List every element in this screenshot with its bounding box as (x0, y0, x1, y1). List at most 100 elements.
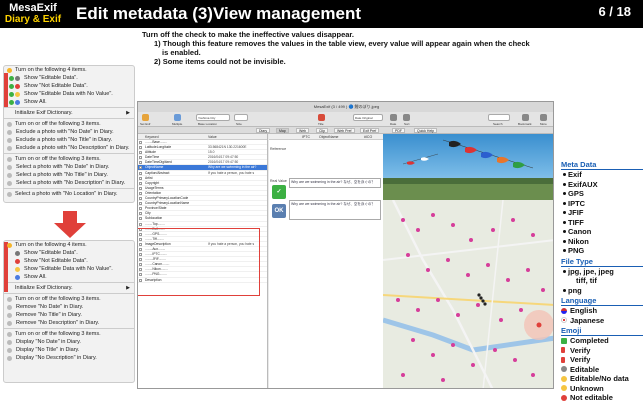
japan-flag-icon (561, 317, 567, 323)
ok-button[interactable]: OK (272, 204, 286, 218)
list-item: PNG (561, 246, 643, 256)
row-checkbox[interactable] (139, 186, 142, 190)
row-checkbox[interactable] (139, 181, 142, 185)
menu-item-select-no-title[interactable]: Select a photo with "No Title" in Diary. (4, 171, 134, 179)
list-item: Exif (561, 170, 643, 180)
row-checkbox[interactable] (139, 197, 142, 201)
row-checkbox[interactable] (139, 212, 142, 216)
menu-item-turn-on-3b[interactable]: Turn on or off the following 3 items. (4, 330, 134, 338)
menu-item-display-no-date[interactable]: Display "No Date" in Diary. (4, 338, 134, 346)
real-value-field[interactable]: Why are we swimming in the air? なぜ、空を泳ぐの… (289, 178, 381, 188)
bullet-icon (563, 182, 566, 186)
tab-map[interactable]: Map (276, 128, 289, 133)
check-icon (9, 91, 14, 97)
globe-icon (15, 274, 20, 280)
menu-item-show-not-editable[interactable]: Show "Not Editable Data". (4, 257, 134, 265)
row-checkbox[interactable] (139, 151, 142, 155)
menu-item-display-no-description[interactable]: Display "No Description" in Diary. (4, 354, 134, 362)
toggle-icon (7, 129, 12, 135)
menu-item-exclude-no-date[interactable]: Exclude a photo with "No Date" in Diary. (4, 128, 134, 136)
menu-item-exclude-no-description[interactable]: Exclude a photo with "No Description" in… (4, 144, 134, 152)
row-checkbox[interactable] (139, 191, 142, 195)
menu-item-select-no-location[interactable]: Select a photo with "No Location" in Dia… (4, 190, 134, 198)
menu-label: Show All. (24, 99, 47, 105)
size-select[interactable] (234, 114, 248, 121)
row-checkbox[interactable] (139, 176, 142, 180)
chevron-right-icon: ▶ (126, 110, 130, 116)
menu-item-show-all[interactable]: Show All. (4, 98, 134, 106)
legend-panel: Meta Data Exif ExifAUX GPS IPTC JFIF TIFF Cano… (561, 159, 643, 402)
toggle-icon (7, 172, 12, 178)
photo-preview (383, 134, 553, 200)
no-entry-icon (561, 394, 567, 401)
multiple-icon[interactable] (174, 114, 181, 121)
bookmark-icon[interactable] (522, 114, 529, 121)
menu-item-turn-on-3a[interactable]: Turn on or off the following 3 items. (4, 120, 134, 128)
legend-label: PNG (568, 246, 585, 255)
tab-quick-help[interactable]: Quick Help (414, 128, 438, 133)
menu-item-select-no-description[interactable]: Select a photo with "No Description" in … (4, 179, 134, 187)
tab-web-pref[interactable]: Web Pref (334, 128, 355, 133)
menu-item-show-no-value[interactable]: Show "Editable Data with No Value". (4, 265, 134, 273)
legend-label: Editable (570, 364, 600, 374)
context-menu-after: Turn on the following 4 items. Show "Edi… (3, 240, 135, 383)
toggle-icon (7, 180, 12, 186)
tab-diary[interactable]: Diary (256, 128, 271, 133)
map-canvas (383, 200, 553, 388)
more-icon[interactable] (540, 114, 547, 121)
date-icon[interactable] (390, 114, 397, 121)
menu-item-show-all[interactable]: Show All. (4, 273, 134, 281)
toolbar: Set Exif Multiple Yoshima City Base Loca… (138, 112, 553, 127)
tab-exif-pref[interactable]: Exif Pref (360, 128, 380, 133)
row-checkbox[interactable] (139, 141, 142, 144)
tab-pdf[interactable]: PDF (392, 128, 405, 133)
sort-icon[interactable] (403, 114, 410, 121)
menu-label: Turn on or off the following 3 items. (15, 156, 101, 162)
list-item: IPTC (561, 199, 643, 209)
toolbar-label: Size (236, 122, 242, 126)
search-input[interactable] (488, 114, 510, 121)
bullet-icon (563, 173, 566, 176)
reference-label: Reference (270, 147, 287, 151)
menu-item-init-dictionary[interactable]: Initialize Exif Dictionary. ▶ (4, 109, 134, 117)
row-checkbox[interactable] (139, 217, 142, 221)
menu-item-exclude-no-title[interactable]: Exclude a photo with "No Title" in Diary… (4, 136, 134, 144)
set-exif-icon[interactable] (142, 114, 149, 121)
toolbar-label: Date (390, 122, 397, 126)
menu-item-show-editable[interactable]: Show "Editable Data". (4, 74, 134, 82)
row-checkbox[interactable] (139, 222, 142, 226)
menu-item-turn-on-4[interactable]: Turn on the following 4 items. (4, 66, 134, 74)
value-edit-field[interactable]: Why are we swimming in the air? なぜ、空を泳ぐの… (289, 200, 381, 220)
row-checkbox[interactable] (139, 171, 142, 175)
row-checkbox[interactable] (139, 156, 142, 160)
tab-clip[interactable]: Clip (316, 128, 329, 133)
intro-text: Turn off the check to make the ineffecti… (142, 30, 530, 66)
check-icon (561, 337, 567, 344)
sunglasses-icon (15, 91, 20, 97)
menu-item-remove-no-title[interactable]: Remove "No Title" in Diary. (4, 311, 134, 319)
menu-item-init-dictionary[interactable]: Initialize Exif Dictionary. ▶ (4, 284, 134, 292)
map-view[interactable] (383, 200, 553, 388)
tab-web[interactable]: Web (296, 128, 310, 133)
brand-logo: MesaExif Diary & Exif (2, 1, 64, 27)
menu-item-turn-on-3b[interactable]: Turn on or off the following 3 items. (4, 155, 134, 163)
menu-item-turn-on-4[interactable]: Turn on the following 4 items. (4, 241, 134, 249)
row-checkbox[interactable] (139, 146, 142, 150)
row-checkbox[interactable] (139, 166, 142, 170)
check-icon: ✓ (272, 185, 286, 199)
divider (4, 188, 134, 189)
row-checkbox[interactable] (139, 202, 142, 206)
menu-item-show-no-value[interactable]: Show "Editable Data with No Value". (4, 90, 134, 98)
menu-item-remove-no-description[interactable]: Remove "No Description" in Diary. (4, 319, 134, 327)
menu-item-remove-no-date[interactable]: Remove "No Date" in Diary. (4, 303, 134, 311)
toolbar-label: Search (493, 122, 503, 126)
row-checkbox[interactable] (139, 207, 142, 211)
menu-item-show-editable[interactable]: Show "Editable Data". (4, 249, 134, 257)
menu-item-turn-on-3a[interactable]: Turn on or off the following 3 items. (4, 295, 134, 303)
menu-item-display-no-title[interactable]: Display "No Title" in Diary. (4, 346, 134, 354)
row-checkbox[interactable] (139, 161, 142, 165)
menu-item-select-no-date[interactable]: Select a photo with "No Date" in Diary. (4, 163, 134, 171)
list-item: Unknown (561, 384, 643, 394)
title-icon[interactable] (318, 114, 325, 121)
menu-item-show-not-editable[interactable]: Show "Not Editable Data". (4, 82, 134, 90)
